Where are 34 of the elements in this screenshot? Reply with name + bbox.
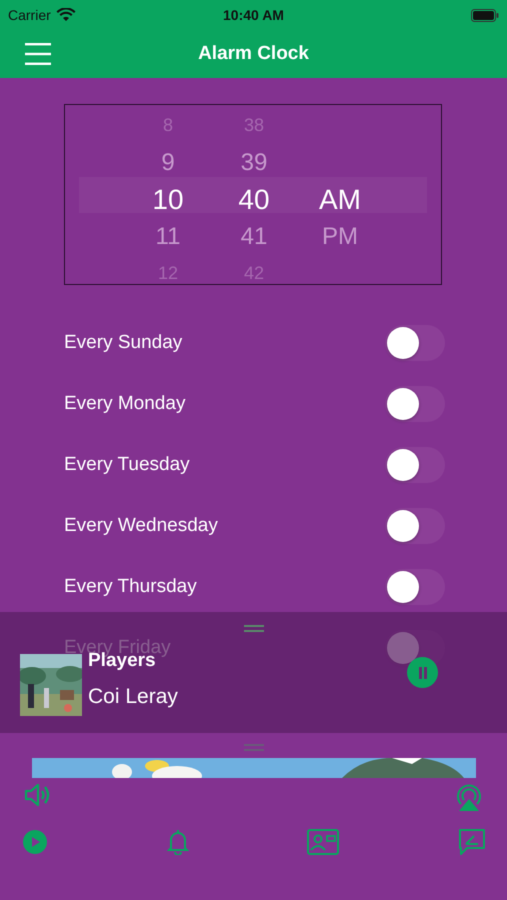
day-label: Every Monday (64, 393, 186, 415)
day-label: Every Thursday (64, 576, 197, 598)
picker-value[interactable]: 39 (240, 144, 268, 181)
repeat-toggle[interactable] (385, 569, 445, 605)
menu-icon[interactable] (25, 43, 51, 65)
picker-value[interactable]: PM (322, 218, 358, 255)
pause-icon (418, 666, 428, 678)
day-label: Every Wednesday (64, 515, 218, 537)
day-label: Every Tuesday (64, 454, 190, 476)
repeat-toggle[interactable] (385, 447, 445, 483)
compose-icon[interactable] (458, 828, 486, 856)
repeat-toggle[interactable] (385, 325, 445, 361)
picker-value[interactable]: 10 (152, 181, 184, 218)
status-time: 10:40 AM (223, 7, 284, 23)
play-icon[interactable] (22, 829, 48, 855)
nav-title: Alarm Clock (198, 43, 309, 65)
artist-name: Coi Leray (88, 685, 178, 709)
speaker-icon[interactable] (24, 782, 52, 808)
drag-handle-icon[interactable] (244, 744, 264, 751)
battery-icon (471, 8, 499, 22)
day-label: Every Sunday (64, 332, 182, 354)
contact-card-icon[interactable] (307, 829, 340, 855)
carrier-label: Carrier (8, 7, 51, 23)
drag-handle-icon[interactable] (244, 625, 264, 632)
repeat-toggle[interactable] (385, 508, 445, 544)
picker-value[interactable]: 11 (156, 218, 180, 255)
picker-value[interactable]: AM (319, 181, 361, 218)
repeat-toggle[interactable] (385, 386, 445, 422)
pause-button[interactable] (407, 657, 438, 688)
picker-value[interactable]: 41 (240, 218, 268, 255)
bell-icon[interactable] (166, 829, 189, 855)
picker-value[interactable]: 40 (238, 181, 270, 218)
picker-value[interactable]: 9 (161, 144, 175, 181)
wifi-icon (56, 8, 76, 22)
